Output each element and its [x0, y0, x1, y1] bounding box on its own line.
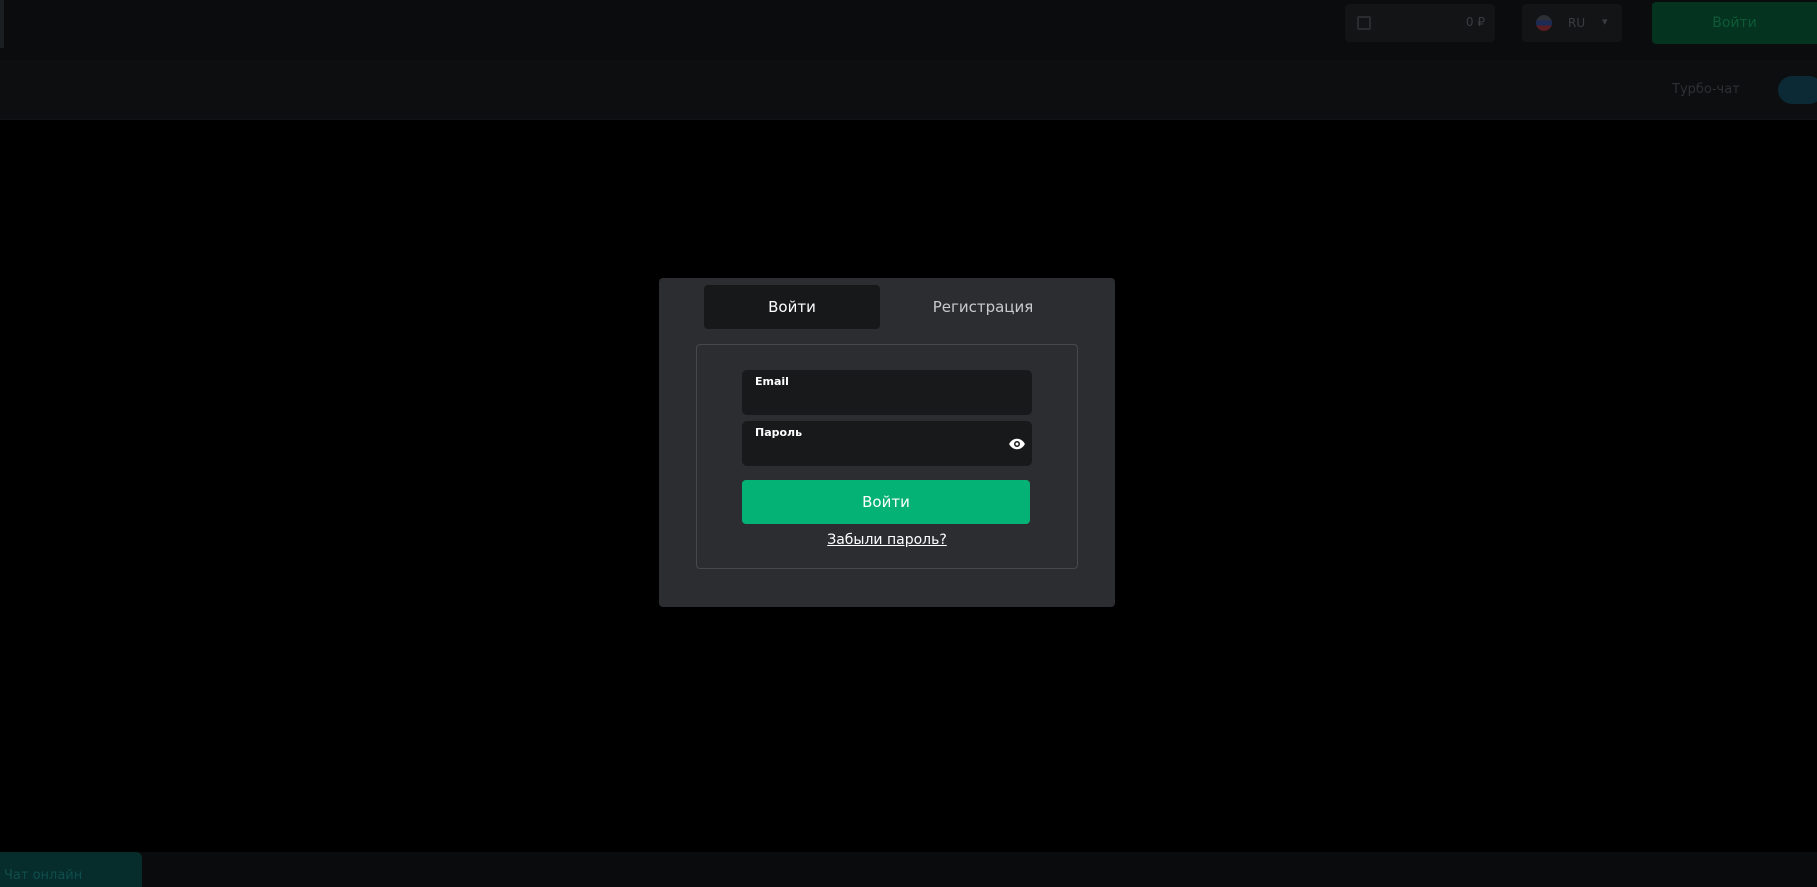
- chevron-down-icon: ▾: [1602, 15, 1608, 28]
- language-selector: RU ▾: [1522, 4, 1622, 42]
- eye-icon[interactable]: [1008, 435, 1026, 453]
- wallet-icon: [1357, 16, 1371, 30]
- flag-icon: [1536, 15, 1552, 31]
- login-submit-button[interactable]: Войти: [742, 480, 1030, 524]
- email-field[interactable]: Email: [742, 370, 1032, 415]
- language-code: RU: [1568, 16, 1586, 30]
- forgot-password-link[interactable]: Забыли пароль?: [697, 532, 1077, 548]
- bottom-bar: [0, 852, 1817, 887]
- login-form: Email Пароль Войти Забыли пароль?: [696, 344, 1078, 569]
- email-label: Email: [755, 375, 789, 388]
- header-login-button: Войти: [1652, 2, 1817, 44]
- password-label: Пароль: [755, 426, 803, 439]
- email-input[interactable]: [754, 390, 994, 410]
- balance-widget: 0 ₽: [1345, 4, 1495, 42]
- sub-bar: [0, 60, 1817, 120]
- turbo-toggle: [1778, 76, 1817, 104]
- password-field[interactable]: Пароль: [742, 421, 1032, 466]
- auth-modal: Войти Регистрация Email Пароль Войти Заб…: [659, 278, 1115, 607]
- tab-register[interactable]: Регистрация: [895, 285, 1071, 329]
- logo-edge: [0, 0, 4, 48]
- tab-login[interactable]: Войти: [704, 285, 880, 329]
- balance-value: 0 ₽: [1465, 15, 1485, 29]
- chat-tab: Чат онлайн: [0, 852, 142, 887]
- password-input[interactable]: [754, 441, 994, 461]
- turbo-chat-label: Турбо-чат: [1672, 82, 1740, 97]
